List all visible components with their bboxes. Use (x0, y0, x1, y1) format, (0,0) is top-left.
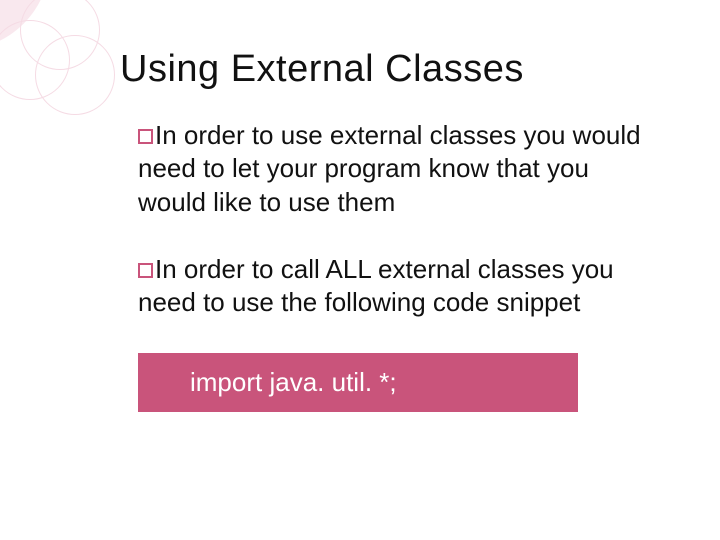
bullet-2: In order to call ALL external classes yo… (120, 253, 660, 320)
slide: Using External Classes In order to use e… (0, 0, 720, 540)
bullet-1-lead: In (155, 120, 177, 150)
bullet-1: In order to use external classes you wou… (120, 119, 660, 219)
square-bullet-icon (138, 129, 153, 144)
slide-title: Using External Classes (120, 48, 660, 91)
code-snippet-box: import java. util. *; (138, 353, 578, 412)
square-bullet-icon (138, 263, 153, 278)
bullet-2-lead: In (155, 254, 177, 284)
bullet-2-text: order to call ALL external classes you n… (138, 254, 614, 317)
code-snippet-text: import java. util. *; (190, 367, 397, 397)
bullet-1-text: order to use external classes you would … (138, 120, 641, 217)
